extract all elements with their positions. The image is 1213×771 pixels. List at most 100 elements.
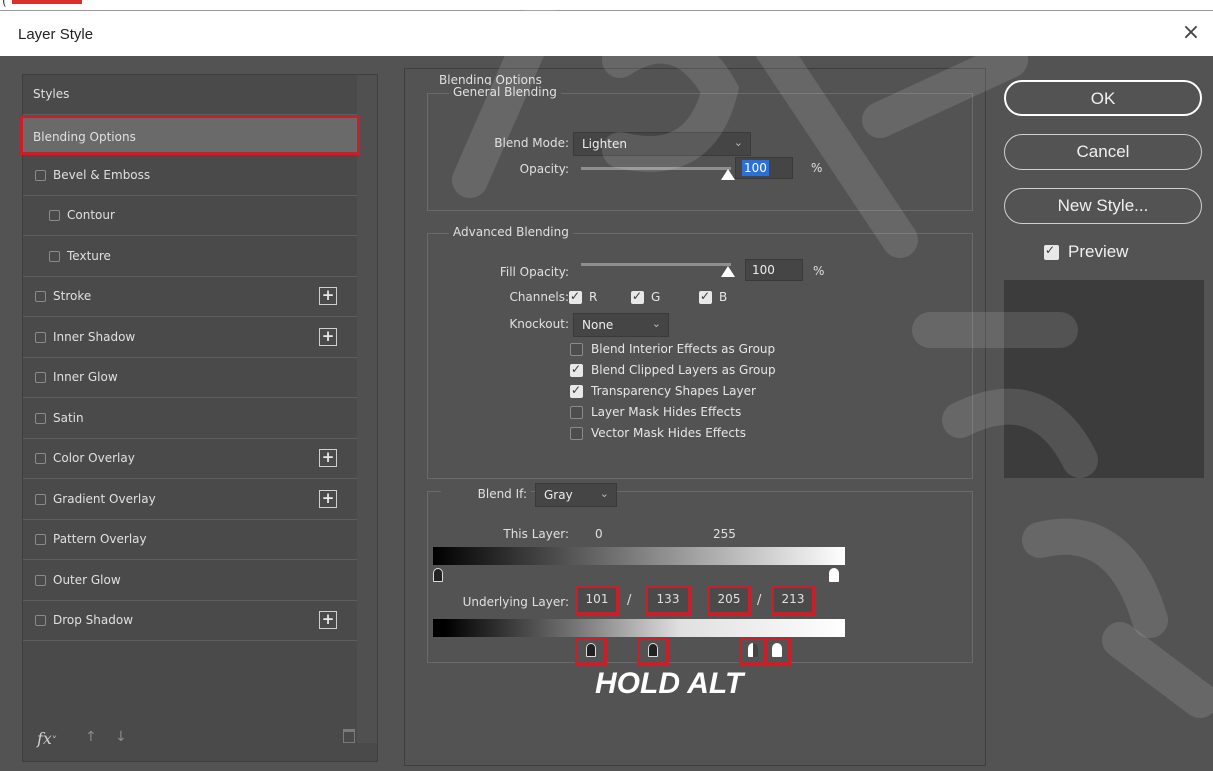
- general-blending-title: General Blending: [449, 85, 561, 99]
- style-checkbox[interactable]: [35, 372, 46, 383]
- vector-mask-hides-label: Vector Mask Hides Effects: [591, 426, 746, 440]
- opacity-input[interactable]: 100: [735, 157, 793, 179]
- add-effect-icon[interactable]: +: [319, 287, 337, 305]
- underlying-white-stop-right[interactable]: [772, 643, 782, 657]
- transparency-shapes-checkbox[interactable]: [570, 383, 583, 398]
- ok-button[interactable]: OK: [1004, 80, 1202, 116]
- style-item-texture[interactable]: Texture: [23, 237, 357, 277]
- add-effect-icon[interactable]: +: [319, 449, 337, 467]
- styles-list-panel: Styles fx˅ ↑ ↓ Blending Options Bevel & E…: [20, 74, 378, 762]
- style-checkbox[interactable]: [35, 534, 46, 545]
- trash-icon[interactable]: [343, 729, 355, 743]
- add-effect-icon[interactable]: +: [319, 489, 337, 508]
- style-checkbox[interactable]: [35, 453, 46, 464]
- underlying-black-stop-right[interactable]: [648, 643, 658, 657]
- styles-footer: fx˅ ↑ ↓: [23, 715, 377, 761]
- styles-header[interactable]: Styles: [23, 75, 357, 115]
- underlying-value-4[interactable]: 213: [774, 588, 812, 612]
- close-icon[interactable]: ×: [1177, 19, 1205, 47]
- underlying-value-2[interactable]: 133: [648, 588, 688, 612]
- style-checkbox[interactable]: [35, 169, 46, 181]
- add-effect-icon[interactable]: +: [319, 327, 337, 346]
- add-effect-icon[interactable]: +: [319, 611, 337, 629]
- blending-options-panel: Blending Options General Blending Blend …: [404, 68, 986, 766]
- blend-mode-select[interactable]: Lighten ⌄: [573, 132, 751, 156]
- style-item-stroke[interactable]: Stroke +: [23, 277, 357, 317]
- blend-clipped-checkbox[interactable]: [570, 362, 583, 377]
- window-title: Layer Style: [18, 26, 94, 43]
- move-down-icon[interactable]: ↓: [115, 729, 127, 745]
- opacity-slider-thumb[interactable]: [721, 169, 735, 180]
- advanced-blending-title: Advanced Blending: [449, 225, 573, 239]
- underlying-black-stop-left[interactable]: [586, 643, 596, 657]
- style-item-label: Bevel & Emboss: [53, 167, 151, 182]
- style-item-drop-shadow[interactable]: Drop Shadow +: [23, 601, 357, 641]
- channel-r-checkbox[interactable]: [569, 289, 582, 304]
- red-annotation-mark: [12, 0, 82, 4]
- style-item-satin[interactable]: Satin: [23, 399, 357, 439]
- opacity-unit: %: [811, 161, 823, 175]
- fill-opacity-slider-thumb[interactable]: [721, 266, 735, 277]
- this-layer-white-stop[interactable]: [829, 568, 839, 582]
- underlying-layer-label: Underlying Layer:: [462, 595, 569, 609]
- style-item-bevel-emboss[interactable]: Bevel & Emboss: [23, 156, 357, 196]
- style-item-label: Texture: [67, 248, 111, 263]
- fx-menu-icon[interactable]: fx˅: [37, 729, 57, 748]
- underlying-value-3[interactable]: 205: [710, 588, 748, 612]
- preview-label: Preview: [1068, 242, 1129, 261]
- style-item-gradient-overlay[interactable]: Gradient Overlay +: [23, 480, 357, 520]
- new-style-button[interactable]: New Style...: [1004, 188, 1202, 224]
- fill-opacity-input[interactable]: 100: [745, 259, 803, 281]
- style-item-contour[interactable]: Contour: [23, 196, 357, 236]
- this-layer-min: 0: [595, 527, 603, 541]
- style-item-pattern-overlay[interactable]: Pattern Overlay: [23, 520, 357, 560]
- channels-label: Channels:: [509, 290, 569, 304]
- fill-opacity-unit: %: [813, 264, 825, 278]
- channel-g-label: G: [651, 290, 661, 304]
- move-up-icon[interactable]: ↑: [85, 729, 97, 745]
- this-layer-black-stop[interactable]: [433, 568, 443, 582]
- knockout-label: Knockout:: [509, 317, 569, 331]
- underlying-value-1[interactable]: 101: [578, 588, 616, 612]
- style-checkbox[interactable]: [35, 291, 46, 302]
- fill-opacity-slider[interactable]: [581, 263, 731, 266]
- style-item-label: Satin: [53, 410, 84, 425]
- blend-interior-checkbox[interactable]: [570, 343, 583, 356]
- channel-b-label: B: [719, 290, 728, 304]
- blend-if-label: Blend If:: [441, 487, 531, 501]
- cancel-button[interactable]: Cancel: [1004, 134, 1202, 170]
- style-item-inner-shadow[interactable]: Inner Shadow +: [23, 318, 357, 358]
- opacity-slider[interactable]: [581, 167, 731, 170]
- style-item-color-overlay[interactable]: Color Overlay +: [23, 439, 357, 479]
- fill-opacity-label: Fill Opacity:: [499, 265, 569, 279]
- blend-if-select[interactable]: Gray ⌄: [535, 483, 617, 507]
- style-checkbox[interactable]: [35, 331, 46, 343]
- style-item-label: Blending Options: [33, 130, 136, 144]
- channel-b-checkbox[interactable]: [699, 289, 712, 304]
- chevron-down-icon: ⌄: [733, 136, 743, 149]
- style-item-outer-glow[interactable]: Outer Glow: [23, 561, 357, 601]
- this-layer-gradient: [433, 547, 845, 565]
- blend-interior-label: Blend Interior Effects as Group: [591, 342, 776, 356]
- styles-scrollbar[interactable]: [357, 75, 377, 743]
- styles-header-label: Styles: [33, 87, 70, 101]
- style-item-blending-options[interactable]: Blending Options: [20, 115, 360, 155]
- blend-mode-value: Lighten: [582, 137, 627, 151]
- knockout-select[interactable]: None ⌄: [573, 313, 669, 337]
- style-checkbox[interactable]: [35, 493, 46, 505]
- style-item-inner-glow[interactable]: Inner Glow: [23, 358, 357, 398]
- blend-if-value: Gray: [544, 488, 573, 502]
- style-checkbox[interactable]: [35, 615, 46, 626]
- hold-alt-annotation: HOLD ALT: [595, 667, 744, 700]
- chevron-down-icon: ⌄: [651, 317, 661, 330]
- vector-mask-hides-checkbox[interactable]: [570, 427, 583, 440]
- preview-checkbox[interactable]: [1044, 243, 1059, 260]
- channel-g-checkbox[interactable]: [631, 289, 644, 304]
- style-checkbox[interactable]: [35, 574, 46, 586]
- style-checkbox[interactable]: [49, 210, 60, 221]
- style-checkbox[interactable]: [49, 250, 60, 262]
- style-checkbox[interactable]: [35, 412, 46, 424]
- fx-label: fx: [37, 729, 52, 748]
- layer-mask-hides-checkbox[interactable]: [570, 406, 583, 419]
- underlying-white-stop-left[interactable]: [748, 643, 758, 657]
